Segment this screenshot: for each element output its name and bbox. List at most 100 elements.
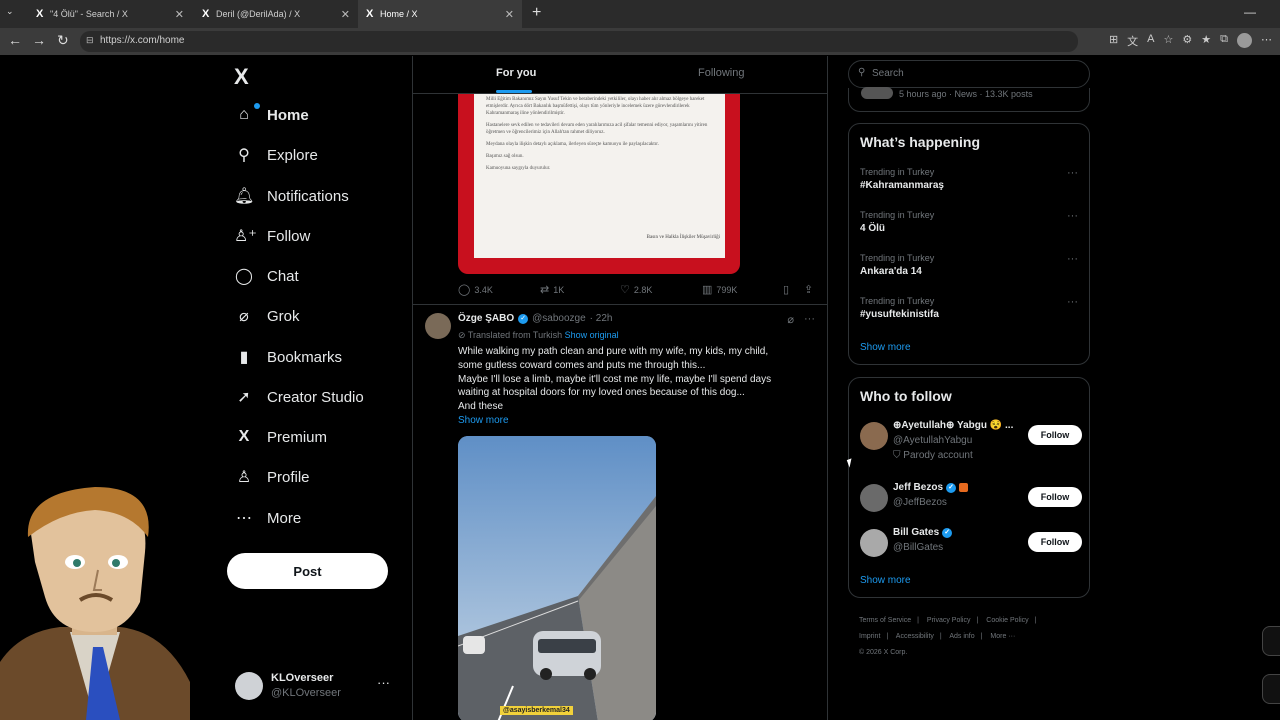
browser-menu-icon[interactable]: ⋯ bbox=[1261, 33, 1272, 49]
tweet-image-document[interactable]: Milli Eğitim Bakanımız Sayın Yusuf Tekin… bbox=[458, 76, 740, 274]
show-more-suggestions-link[interactable]: Show more bbox=[860, 575, 911, 586]
close-tab-icon[interactable]: ✕ bbox=[341, 8, 350, 21]
tab-title: "4 Ölü" - Search / X bbox=[50, 9, 128, 19]
reply-icon: ◯ bbox=[458, 284, 471, 296]
views-count: 799K bbox=[716, 284, 738, 295]
more-icon[interactable]: ··· bbox=[804, 313, 815, 326]
news-card-partial[interactable]: 5 hours ago · News · 13.3K posts bbox=[848, 87, 1090, 112]
follow-suggestion[interactable]: Jeff Bezos ✓ @JeffBezos Follow bbox=[860, 482, 1082, 522]
follow-button[interactable]: Follow bbox=[1028, 425, 1082, 445]
show-more-trends-link[interactable]: Show more bbox=[860, 342, 911, 353]
trend-topic: #yusuftekinistifa bbox=[860, 309, 939, 320]
reload-icon[interactable]: ↻ bbox=[57, 32, 69, 49]
trend-more-icon[interactable]: ··· bbox=[1067, 253, 1078, 265]
floating-messages-button[interactable] bbox=[1262, 674, 1280, 704]
tab-title: Deril (@DerilAda) / X bbox=[216, 9, 301, 19]
avatar[interactable] bbox=[425, 313, 451, 339]
author-handle[interactable]: @saboozge bbox=[532, 313, 586, 324]
nav-item-more[interactable]: ⋯ More bbox=[234, 503, 301, 533]
trend-more-icon[interactable]: ··· bbox=[1067, 167, 1078, 179]
nav-item-home[interactable]: ⌂ Home bbox=[234, 100, 309, 130]
nav-item-creator-studio[interactable]: ➚ Creator Studio bbox=[234, 382, 363, 412]
read-aloud-icon[interactable]: A bbox=[1147, 33, 1154, 49]
nav-item-grok[interactable]: ⌀ Grok bbox=[234, 301, 300, 331]
trend-item[interactable]: Trending in Turkey 4 Ölü ··· bbox=[860, 210, 1080, 234]
follow-suggestion[interactable]: Bill Gates ✓ @BillGates Follow bbox=[860, 527, 1082, 567]
nav-item-chat[interactable]: ◯ Chat bbox=[234, 261, 299, 291]
grok-icon[interactable]: ⌀ bbox=[787, 313, 794, 326]
post-button[interactable]: Post bbox=[227, 553, 388, 589]
search-placeholder: Search bbox=[872, 68, 904, 79]
trend-item[interactable]: Trending in Turkey #Kahramanmaraş ··· bbox=[860, 167, 1080, 191]
footer-link-more[interactable]: More ··· bbox=[990, 633, 1015, 640]
nav-item-bookmarks[interactable]: ▮ Bookmarks bbox=[234, 342, 342, 372]
back-arrow-icon[interactable]: ← bbox=[8, 32, 22, 48]
browser-profile-avatar[interactable] bbox=[1237, 33, 1252, 48]
translate-icon[interactable]: 文 bbox=[1127, 33, 1138, 49]
share-button[interactable]: ⇪ bbox=[804, 283, 813, 296]
extensions-icon[interactable]: ⚙ bbox=[1182, 33, 1192, 49]
suggestion-handle: @BillGates bbox=[893, 542, 944, 553]
browser-tab-home[interactable]: X Home / X ✕ bbox=[358, 0, 522, 28]
x-logo-icon[interactable]: X bbox=[234, 64, 249, 90]
footer-link-imprint[interactable]: Imprint bbox=[859, 633, 880, 640]
follow-suggestion[interactable]: ⊕Ayetullah⊕ Yabgu 😵 ... @AyetullahYabgu … bbox=[860, 420, 1082, 466]
favorite-star-icon[interactable]: ☆ bbox=[1164, 33, 1174, 49]
footer-link-privacy[interactable]: Privacy Policy bbox=[927, 617, 971, 624]
footer-link-terms[interactable]: Terms of Service bbox=[859, 617, 911, 624]
footer-link-ads-info[interactable]: Ads info bbox=[949, 633, 974, 640]
tweet-actions: ◯ 3.4K ⇄ 1K ♡ 2.8K ▥ 799K ▯ ⇪ bbox=[458, 283, 820, 297]
nav-item-premium[interactable]: X Premium bbox=[234, 422, 327, 452]
nav-item-follow[interactable]: ♙⁺ Follow bbox=[234, 221, 310, 251]
tab-for-you[interactable]: For you bbox=[496, 67, 536, 79]
avatar bbox=[860, 484, 888, 512]
tweet-time[interactable]: · 22h bbox=[590, 313, 613, 324]
views-button[interactable]: ▥ 799K bbox=[702, 283, 737, 296]
trend-more-icon[interactable]: ··· bbox=[1067, 210, 1078, 222]
show-original-link[interactable]: Show original bbox=[565, 330, 619, 340]
browser-tab-search[interactable]: X "4 Ölü" - Search / X ✕ bbox=[28, 0, 192, 28]
follow-button[interactable]: Follow bbox=[1028, 487, 1082, 507]
trend-category: Trending in Turkey bbox=[860, 167, 935, 177]
minimize-window-button[interactable]: — bbox=[1244, 5, 1256, 19]
browser-tab-profile[interactable]: X Deril (@DerilAda) / X ✕ bbox=[194, 0, 358, 28]
footer-separator: | bbox=[939, 633, 942, 640]
site-info-icon[interactable]: ⊟ bbox=[86, 35, 94, 46]
floating-grok-button[interactable] bbox=[1262, 626, 1280, 656]
bookmark-button[interactable]: ▯ bbox=[783, 283, 789, 296]
tweet-video[interactable]: @asayisberkemal34 bbox=[458, 436, 656, 720]
footer-separator: | bbox=[980, 633, 983, 640]
footer-link-cookies[interactable]: Cookie Policy bbox=[986, 617, 1028, 624]
follow-button[interactable]: Follow bbox=[1028, 532, 1082, 552]
account-more-icon[interactable]: ··· bbox=[377, 675, 390, 690]
trend-item[interactable]: Trending in Turkey Ankara'da 14 ··· bbox=[860, 253, 1080, 277]
nav-label: Grok bbox=[267, 307, 300, 325]
collections-icon[interactable]: ⧉ bbox=[1220, 33, 1228, 49]
trend-more-icon[interactable]: ··· bbox=[1067, 296, 1078, 308]
trend-topic: #Kahramanmaraş bbox=[860, 180, 944, 191]
nav-item-profile[interactable]: ♙ Profile bbox=[234, 462, 310, 492]
author-name[interactable]: Özge ŞABO bbox=[458, 313, 514, 324]
timeline-feed: For you Following Milli Eğitim Bakanımız… bbox=[412, 56, 828, 720]
new-tab-button[interactable]: + bbox=[532, 4, 541, 22]
nav-item-explore[interactable]: ⚲ Explore bbox=[234, 140, 318, 170]
forward-arrow-icon[interactable]: → bbox=[32, 32, 46, 48]
reply-button[interactable]: ◯ 3.4K bbox=[458, 283, 493, 296]
close-tab-icon[interactable]: ✕ bbox=[175, 8, 184, 21]
avatar bbox=[860, 529, 888, 557]
trend-category: Trending in Turkey bbox=[860, 296, 935, 306]
favorites-icon[interactable]: ★ bbox=[1201, 33, 1211, 49]
footer-link-accessibility[interactable]: Accessibility bbox=[896, 633, 934, 640]
nav-item-notifications[interactable]: 🔔︎ Notifications bbox=[234, 181, 349, 211]
tab-list-chevron-icon[interactable]: ⌄ bbox=[6, 6, 14, 17]
account-switcher[interactable]: KLOverseer @KLOverseer ··· bbox=[234, 668, 404, 704]
url-field[interactable]: ⊟ https://x.com/home bbox=[80, 31, 1078, 52]
trend-item[interactable]: Trending in Turkey #yusuftekinistifa ··· bbox=[860, 296, 1080, 320]
search-input[interactable]: ⚲ Search bbox=[848, 60, 1090, 88]
repost-button[interactable]: ⇄ 1K bbox=[540, 283, 564, 296]
tab-following[interactable]: Following bbox=[698, 67, 744, 79]
close-tab-icon[interactable]: ✕ bbox=[505, 8, 514, 21]
apps-icon[interactable]: ⊞ bbox=[1109, 33, 1118, 49]
like-button[interactable]: ♡ 2.8K bbox=[620, 283, 652, 296]
show-more-link[interactable]: Show more bbox=[458, 415, 509, 426]
